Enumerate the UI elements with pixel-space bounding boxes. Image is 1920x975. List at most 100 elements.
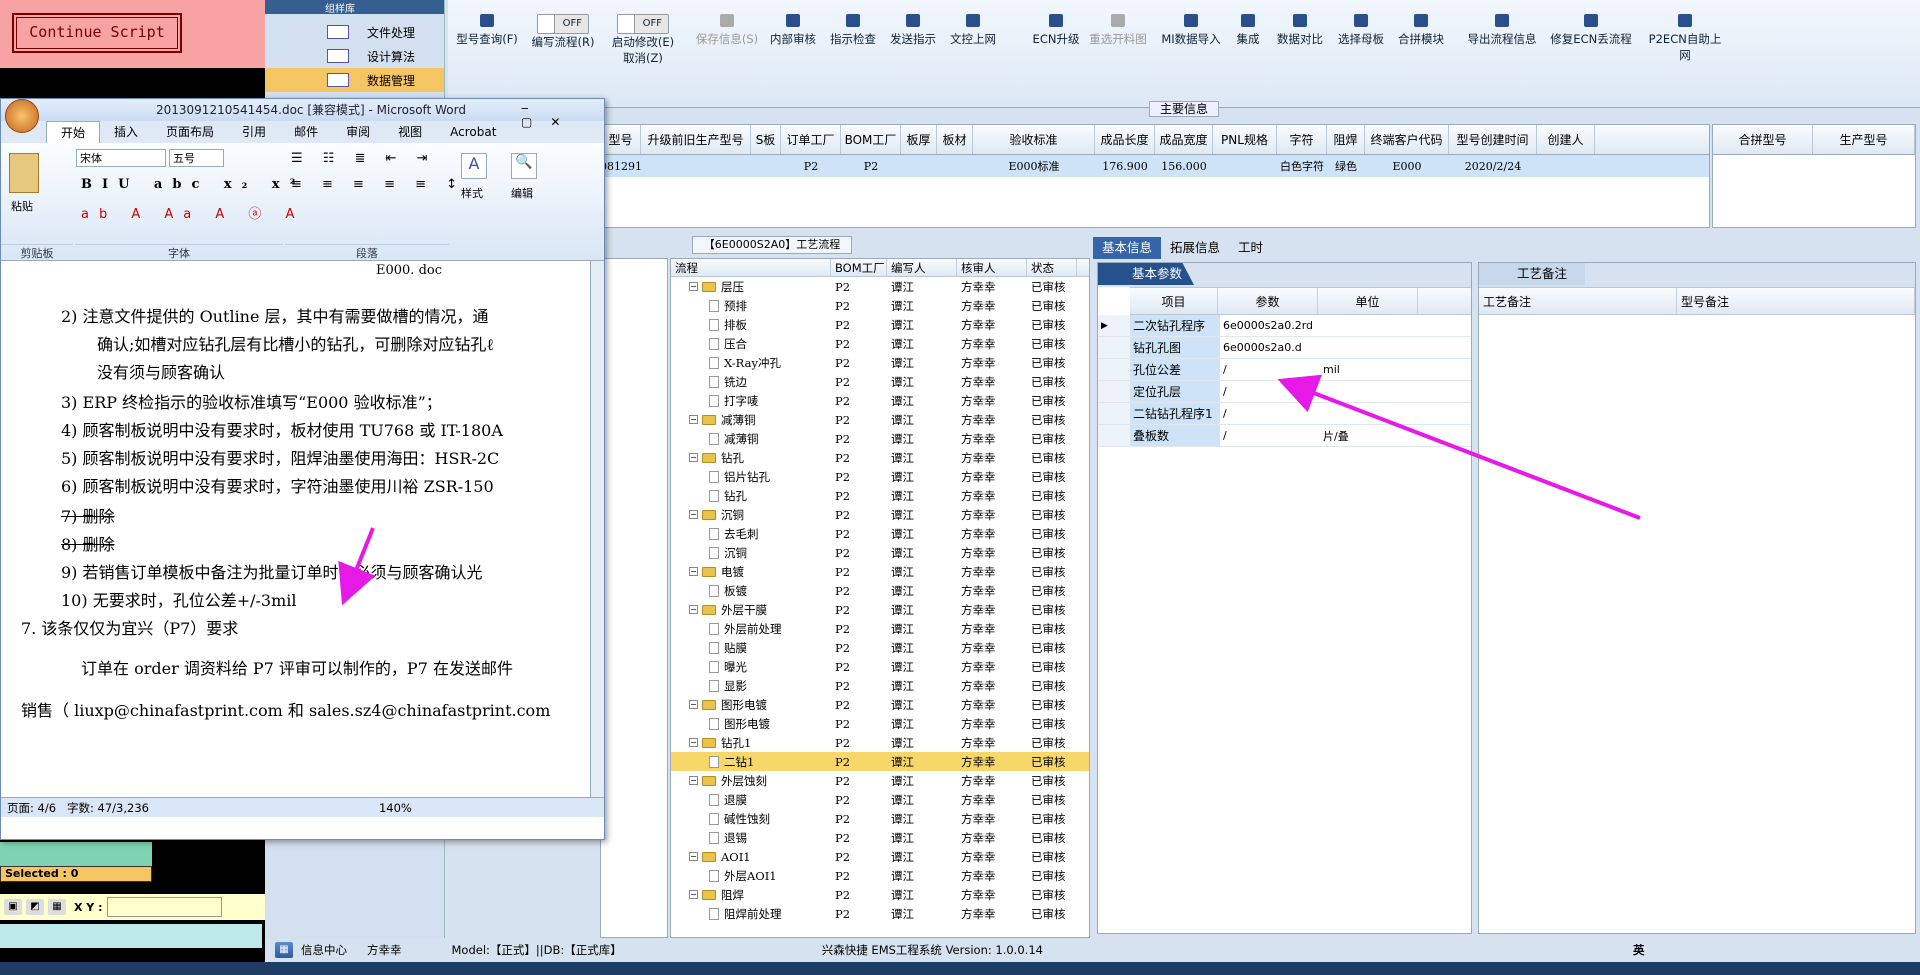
integrate-button[interactable]: 集成 xyxy=(1230,14,1266,47)
cell[interactable]: 081291 xyxy=(600,155,642,177)
tree-row[interactable]: − 沉铜 P2 谭江 方幸幸 已审核 xyxy=(671,505,1089,524)
select-mother-board-button[interactable]: 选择母板 xyxy=(1334,14,1388,47)
tree-row[interactable]: 沉铜 P2 谭江 方幸幸 已审核 xyxy=(671,543,1089,562)
tree-row[interactable]: X-Ray冲孔 P2 谭江 方幸幸 已审核 xyxy=(671,353,1089,372)
style-icon[interactable]: A xyxy=(461,153,487,179)
tree-row[interactable]: 贴膜 P2 谭江 方幸幸 已审核 xyxy=(671,638,1089,657)
cell[interactable]: 156.000 xyxy=(1155,155,1213,177)
nav-item-file[interactable]: 文件处理 xyxy=(265,20,444,44)
tree-row[interactable]: 预排 P2 谭江 方幸幸 已审核 xyxy=(671,296,1089,315)
col-header[interactable]: 阻焊 xyxy=(1327,125,1365,154)
tree-row[interactable]: 显影 P2 谭江 方幸幸 已审核 xyxy=(671,676,1089,695)
col-header[interactable]: 终端客户代码 xyxy=(1365,125,1449,154)
cell[interactable] xyxy=(751,155,781,177)
cell[interactable]: 绿色 xyxy=(1327,155,1365,177)
color-buttons[interactable]: ab A Aa A ⓐ A xyxy=(81,203,304,222)
word-tab[interactable]: 页面布局 xyxy=(152,121,228,143)
tree-row[interactable]: − 图形电镀 P2 谭江 方幸幸 已审核 xyxy=(671,695,1089,714)
col-header[interactable]: 板材 xyxy=(937,125,973,154)
tree-row[interactable]: 铣边 P2 谭江 方幸幸 已审核 xyxy=(671,372,1089,391)
col-header[interactable]: S板 xyxy=(751,125,781,154)
cell[interactable] xyxy=(937,155,973,177)
export-flow-button[interactable]: 导出流程信息 xyxy=(1464,14,1540,47)
param-row[interactable]: 定位孔层 / xyxy=(1098,381,1471,403)
word-tab[interactable]: 邮件 xyxy=(280,121,332,143)
cell[interactable]: E000标准 xyxy=(973,155,1095,177)
tree-row[interactable]: − 层压 P2 谭江 方幸幸 已审核 xyxy=(671,277,1089,296)
word-tab[interactable]: 插入 xyxy=(100,121,152,143)
format-buttons[interactable]: BIU abc x₂ x² xyxy=(81,177,305,192)
col-header[interactable]: 字符 xyxy=(1277,125,1327,154)
tree-row[interactable]: 外层AOI1 P2 谭江 方幸幸 已审核 xyxy=(671,866,1089,885)
col-header[interactable]: 成品宽度 xyxy=(1155,125,1213,154)
col-header[interactable]: BOM工厂 xyxy=(841,125,901,154)
cell[interactable] xyxy=(901,155,937,177)
word-tab[interactable]: 视图 xyxy=(384,121,436,143)
edit-icon[interactable]: 🔍 xyxy=(511,153,537,179)
tree-row[interactable]: 打字唛 P2 谭江 方幸幸 已审核 xyxy=(671,391,1089,410)
param-row[interactable]: 叠板数 / 片/叠 xyxy=(1098,425,1471,447)
col-header[interactable]: 型号创建时间 xyxy=(1449,125,1537,154)
tree-row[interactable]: − AOI1 P2 谭江 方幸幸 已审核 xyxy=(671,847,1089,866)
col-header[interactable]: 成品长度 xyxy=(1095,125,1155,154)
col-header[interactable]: PNL规格 xyxy=(1213,125,1277,154)
write-flow-toggle[interactable]: OFF 编写流程(R) xyxy=(528,14,598,50)
collapse-icon[interactable]: − xyxy=(689,852,698,861)
nav-item-data[interactable]: 数据管理 xyxy=(265,68,444,92)
size-select[interactable]: 五号 xyxy=(169,149,224,167)
tree-row[interactable]: 铝片钻孔 P2 谭江 方幸幸 已审核 xyxy=(671,467,1089,486)
font-select[interactable]: 宋体 xyxy=(76,149,166,167)
tree-row[interactable]: 阻焊前处理 P2 谭江 方幸幸 已审核 xyxy=(671,904,1089,923)
tree-row[interactable]: − 外层干膜 P2 谭江 方幸幸 已审核 xyxy=(671,600,1089,619)
param-row[interactable]: 孔位公差 / mil xyxy=(1098,359,1471,381)
paste-icon[interactable] xyxy=(9,153,39,193)
cell[interactable]: 2020/2/24 xyxy=(1449,155,1537,177)
col-header[interactable]: 型号 xyxy=(601,125,641,154)
doc-online-button[interactable]: 文控上网 xyxy=(948,14,998,47)
tree-row[interactable]: 退锡 P2 谭江 方幸幸 已审核 xyxy=(671,828,1089,847)
xy-input[interactable] xyxy=(106,897,222,917)
collapse-icon[interactable]: − xyxy=(689,738,698,747)
start-modify-toggle[interactable]: OFF 启动修改(E) 取消(Z) xyxy=(608,14,678,66)
tree-row[interactable]: 外层前处理 P2 谭江 方幸幸 已审核 xyxy=(671,619,1089,638)
tree-row[interactable]: 二钻1 P2 谭江 方幸幸 已审核 xyxy=(671,752,1089,771)
model-query-button[interactable]: 型号查询(F) xyxy=(452,14,522,47)
tree-row[interactable]: 板镀 P2 谭江 方幸幸 已审核 xyxy=(671,581,1089,600)
vertical-scrollbar[interactable] xyxy=(590,261,604,797)
word-tab[interactable]: Acrobat xyxy=(436,121,510,143)
cell[interactable] xyxy=(1537,155,1595,177)
cell[interactable]: E000 xyxy=(1365,155,1449,177)
cell[interactable]: 白色字符 xyxy=(1277,155,1327,177)
collapse-icon[interactable]: − xyxy=(689,890,698,899)
tree-row[interactable]: − 电镀 P2 谭江 方幸幸 已审核 xyxy=(671,562,1089,581)
col-header[interactable]: 创建人 xyxy=(1537,125,1595,154)
cell[interactable]: P2 xyxy=(841,155,901,177)
tree-row[interactable]: − 钻孔1 P2 谭江 方幸幸 已审核 xyxy=(671,733,1089,752)
param-row[interactable]: 二钻钻孔程序1/ xyxy=(1098,403,1471,425)
col-header[interactable]: 验收标准 xyxy=(973,125,1095,154)
tree-row[interactable]: 碱性蚀刻 P2 谭江 方幸幸 已审核 xyxy=(671,809,1089,828)
col-header[interactable]: 订单工厂 xyxy=(781,125,841,154)
fix-ecn-button[interactable]: 修复ECN丢流程 xyxy=(1550,14,1632,47)
cell[interactable] xyxy=(641,155,751,177)
collapse-icon[interactable]: − xyxy=(689,510,698,519)
tab-ext-info[interactable]: 拓展信息 xyxy=(1161,237,1229,259)
tree-row[interactable]: 曝光 P2 谭江 方幸幸 已审核 xyxy=(671,657,1089,676)
tree-row[interactable]: 钻孔 P2 谭江 方幸幸 已审核 xyxy=(671,486,1089,505)
list-buttons[interactable]: ☰ ☷ ≣ ⇤ ⇥ xyxy=(291,151,436,166)
collapse-icon[interactable]: − xyxy=(689,282,698,291)
tree-row[interactable]: 排板 P2 谭江 方幸幸 已审核 xyxy=(671,315,1089,334)
tool-icon-2[interactable]: ◩ xyxy=(26,899,44,915)
tree-row[interactable]: 减薄铜 P2 谭江 方幸幸 已审核 xyxy=(671,429,1089,448)
internal-review-button[interactable]: 内部审核 xyxy=(768,14,818,47)
window-controls[interactable]: ‒▢✕ xyxy=(521,101,604,129)
word-tab[interactable]: 引用 xyxy=(228,121,280,143)
tab-work-hours[interactable]: 工时 xyxy=(1229,237,1272,259)
collapse-icon[interactable]: − xyxy=(689,567,698,576)
tab-basic-info[interactable]: 基本信息 xyxy=(1093,237,1162,259)
tree-row[interactable]: − 阻焊 P2 谭江 方幸幸 已审核 xyxy=(671,885,1089,904)
word-tab[interactable]: 开始 xyxy=(46,121,101,143)
collapse-icon[interactable]: − xyxy=(689,453,698,462)
document-body[interactable]: E000. doc 2) 注意文件提供的 Outline 层，其中有需要做槽的情… xyxy=(1,261,604,797)
align-buttons[interactable]: ≡ ≡ ≡ ≡ ≡ ↕ xyxy=(291,177,465,192)
